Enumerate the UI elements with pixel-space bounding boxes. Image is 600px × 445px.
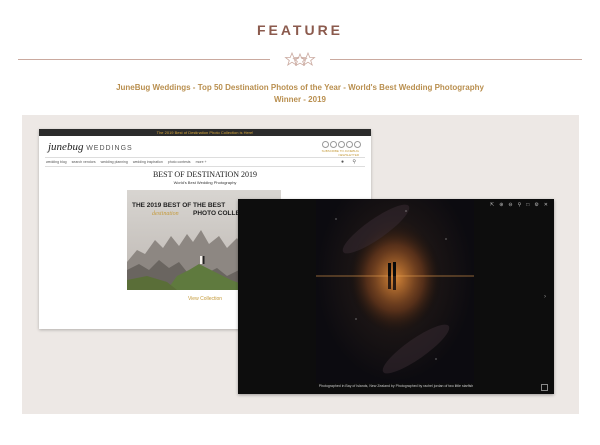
site-banner[interactable]: The 2019 Best of Destination Photo Colle… (39, 129, 371, 136)
promo-destination-word: destination (152, 211, 179, 217)
nav-icons: ● ⚲ (341, 159, 356, 165)
social-icon[interactable] (354, 141, 361, 148)
share-icon[interactable]: ⇱ (490, 202, 494, 208)
lightbox-controls: ⇱ ⊕ ⊖ ⚲ □ ⚙ ✕ (490, 202, 548, 208)
stars-ornament-icon (284, 52, 316, 66)
feature-subtitle-line2: Winner - 2019 (274, 95, 326, 104)
nav-item[interactable]: wedding blog (46, 160, 67, 164)
social-icons (322, 141, 361, 148)
milky-way-reflection-illustration (316, 199, 474, 383)
zoom-out-icon[interactable]: ⊖ (508, 202, 512, 208)
subscribe-link[interactable]: SUBSCRIBE TO JUNEBUG NEWSLETTER (315, 149, 359, 157)
nav-divider (45, 166, 365, 167)
nav-item[interactable]: wedding inspiration (133, 160, 163, 164)
nav-divider (45, 157, 365, 158)
photo-caption: Photographed in Bay of Islands, New Zeal… (318, 384, 474, 388)
page-title: FEATURE (256, 22, 344, 38)
nav-item[interactable]: more + (196, 160, 207, 164)
nav-item[interactable]: photo contests (168, 160, 191, 164)
zoom-in-icon[interactable]: ⊕ (499, 202, 503, 208)
fullscreen-icon[interactable]: □ (526, 202, 529, 208)
settings-icon[interactable]: ⚙ (534, 202, 538, 208)
next-arrow-icon[interactable]: › (544, 294, 546, 300)
site-logo-script: junebug (48, 141, 84, 153)
search-icon[interactable]: ⚲ (352, 159, 356, 165)
site-logo-caps: WEDDINGS (86, 145, 133, 152)
thumbnails-icon[interactable] (541, 384, 548, 391)
site-nav: wedding blog search vendors wedding plan… (46, 160, 207, 164)
feature-subtitle: JuneBug Weddings - Top 50 Destination Ph… (90, 82, 510, 106)
close-icon[interactable]: ✕ (544, 202, 548, 208)
social-icon[interactable] (330, 141, 337, 148)
nav-item[interactable]: search vendors (72, 160, 96, 164)
night-sky-couple-photo (316, 199, 474, 383)
social-icon[interactable] (338, 141, 345, 148)
feature-subtitle-line1: JuneBug Weddings - Top 50 Destination Ph… (116, 83, 484, 92)
collection-heading: BEST OF DESTINATION 2019 (152, 170, 258, 179)
lightbox-screenshot: ⇱ ⊕ ⊖ ⚲ □ ⚙ ✕ › Photographed in Bay of I… (238, 199, 554, 394)
nav-item[interactable]: wedding planning (101, 160, 128, 164)
divider-left (18, 59, 270, 60)
site-logo[interactable]: junebug WEDDINGS (48, 141, 133, 153)
search-icon[interactable]: ⚲ (518, 202, 522, 208)
user-icon[interactable]: ● (341, 159, 344, 165)
collection-subheading: World's Best Wedding Photography (173, 180, 237, 185)
divider-right (330, 59, 582, 60)
social-icon[interactable] (322, 141, 329, 148)
social-icon[interactable] (346, 141, 353, 148)
